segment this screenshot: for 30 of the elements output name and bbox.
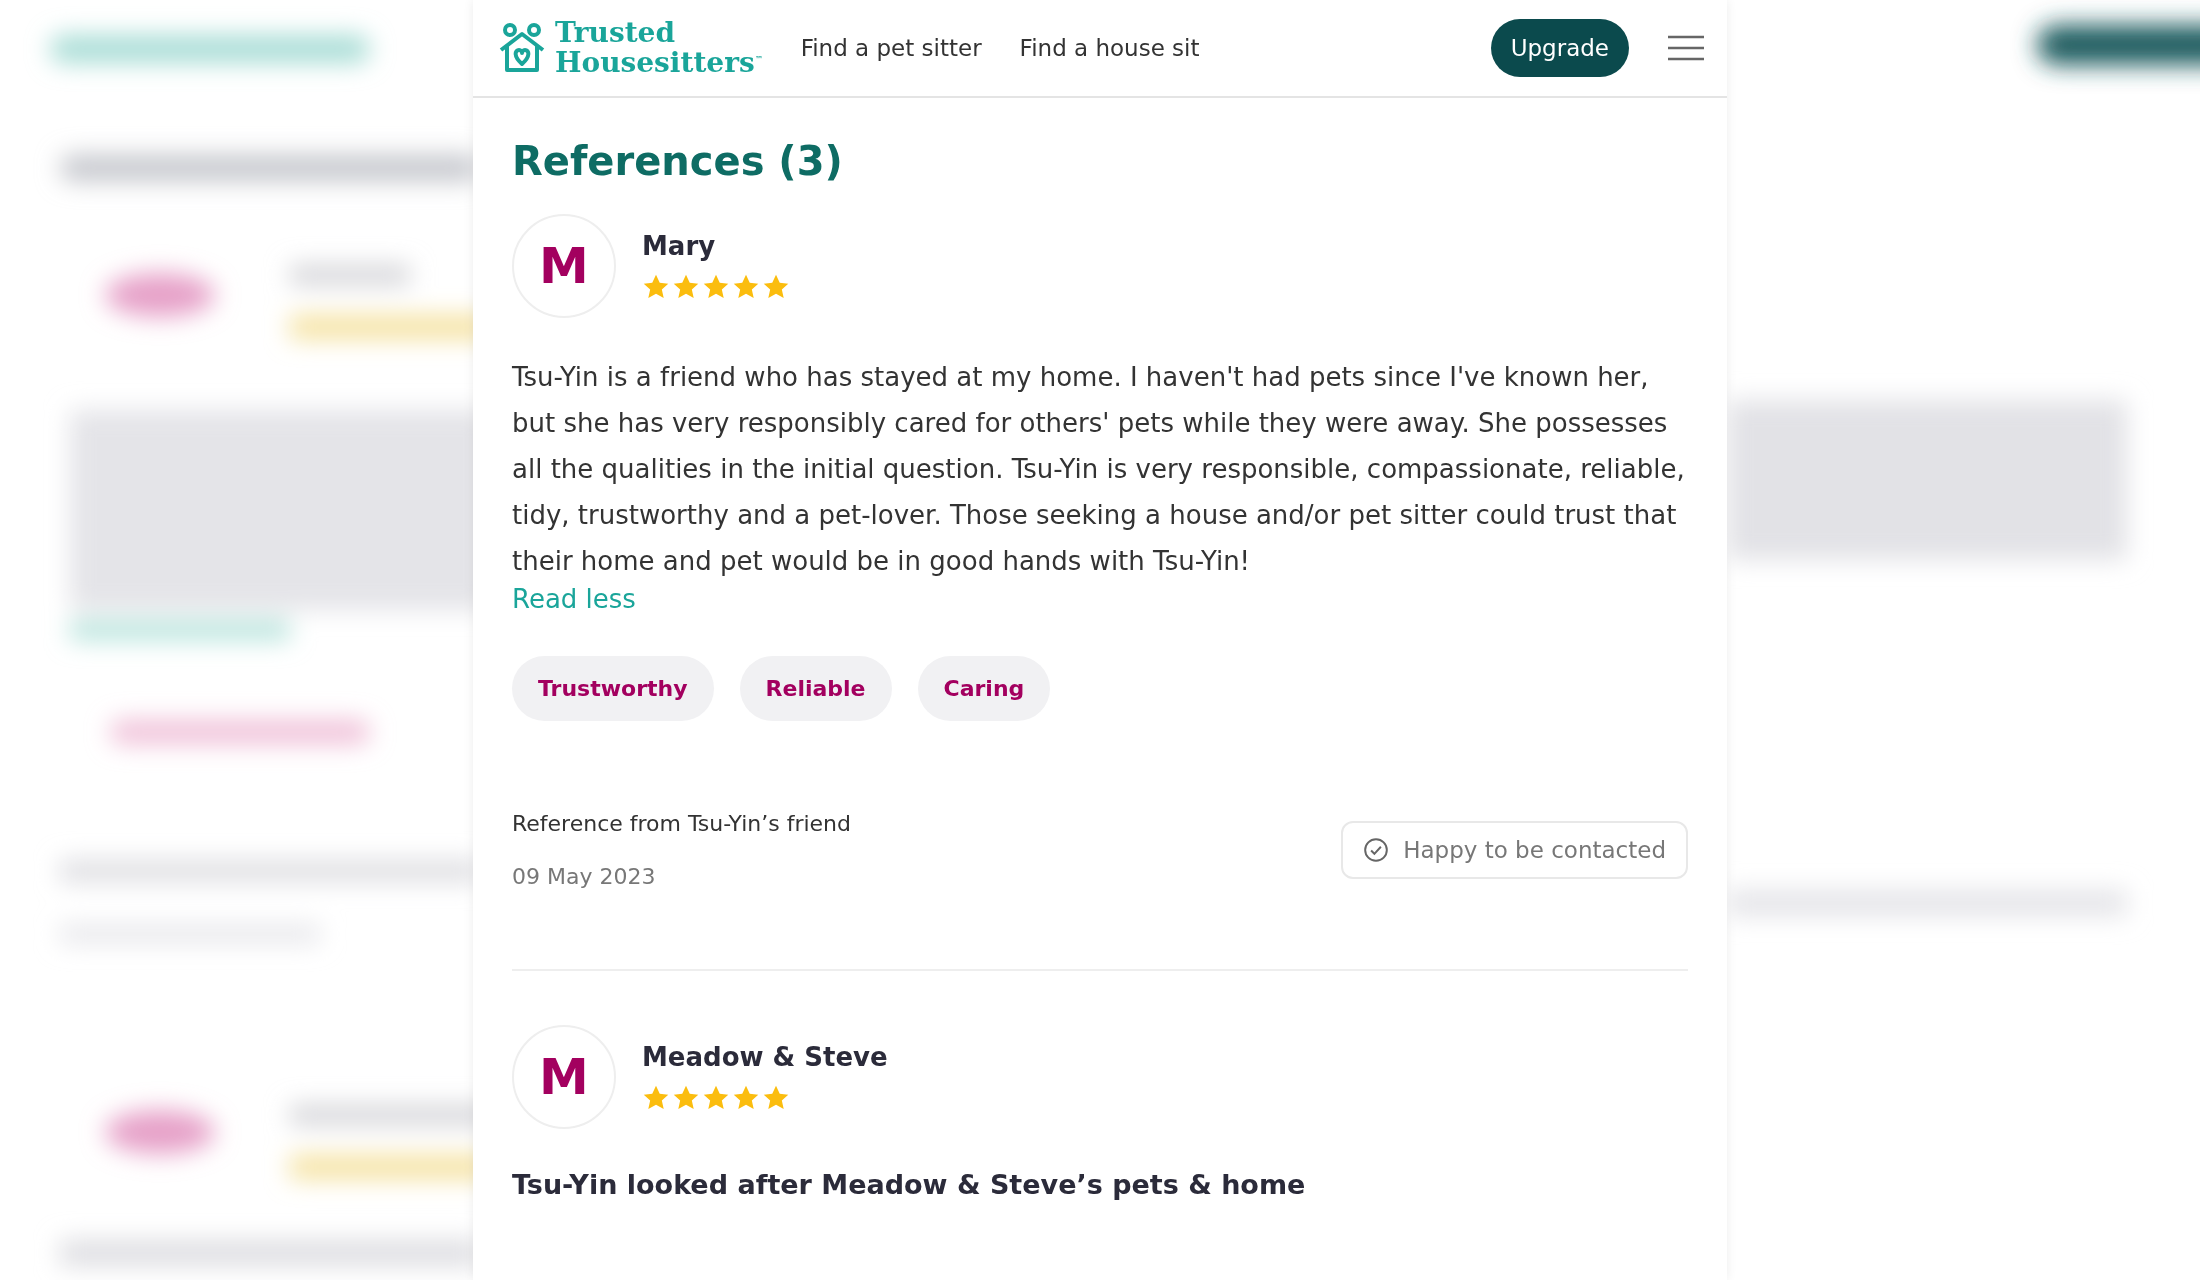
- nav-link[interactable]: Find a house sit: [1019, 35, 1200, 61]
- star-icon: [732, 1084, 760, 1112]
- reviewer-name: Mary: [642, 231, 717, 261]
- star-icon: [762, 1084, 790, 1112]
- star-icon: [642, 273, 670, 301]
- reference-date: 09 May 2023: [512, 864, 657, 889]
- reference-relation: Reference from Tsu-Yin’s friend: [512, 811, 851, 836]
- star-icon: [762, 273, 790, 301]
- star-icon: [702, 273, 730, 301]
- trait-tag: Caring: [917, 656, 1051, 721]
- trait-tag: Trustworthy: [512, 656, 714, 721]
- reference-headline: Tsu-Yin looked after Meadow & Steve’s pets & home: [512, 1169, 1307, 1200]
- contact-label: Happy to be contacted: [1403, 837, 1666, 863]
- section-title: References (3): [512, 138, 844, 184]
- reviewer-name: Meadow & Steve: [642, 1042, 888, 1072]
- avatar-initial: M: [512, 1025, 616, 1129]
- star-icon: [642, 1084, 670, 1112]
- trait-tag: Reliable: [739, 656, 892, 721]
- reference-text: Tsu-Yin is a friend who has stayed at my home. I haven't had pets since I've known her, but she has very responsibly cared for others' pets while they were away. She possesses all the qualities in the initial question. Tsu-Yin is very responsible, compassionate, reliable, tidy, trustworthy and a pet-lover. Those seeking a house and/or pet sitter could trust that their home and pet would be in good hands with Tsu-Yin!: [512, 361, 1686, 578]
- upgrade-button[interactable]: Upgrade: [1490, 19, 1629, 77]
- nav-link[interactable]: Find a pet sitter: [800, 35, 982, 61]
- house-heart-icon: [497, 22, 547, 74]
- menu-icon[interactable]: [1667, 35, 1705, 61]
- star-icon: [672, 1084, 700, 1112]
- star-icon: [672, 273, 700, 301]
- avatar-initial: M: [512, 214, 616, 318]
- check-circle-icon: [1363, 837, 1390, 863]
- logo-wordmark: Trusted Housesitters$^{™}$: [555, 19, 763, 77]
- star-icon: [732, 273, 760, 301]
- star-icon: [702, 1084, 730, 1112]
